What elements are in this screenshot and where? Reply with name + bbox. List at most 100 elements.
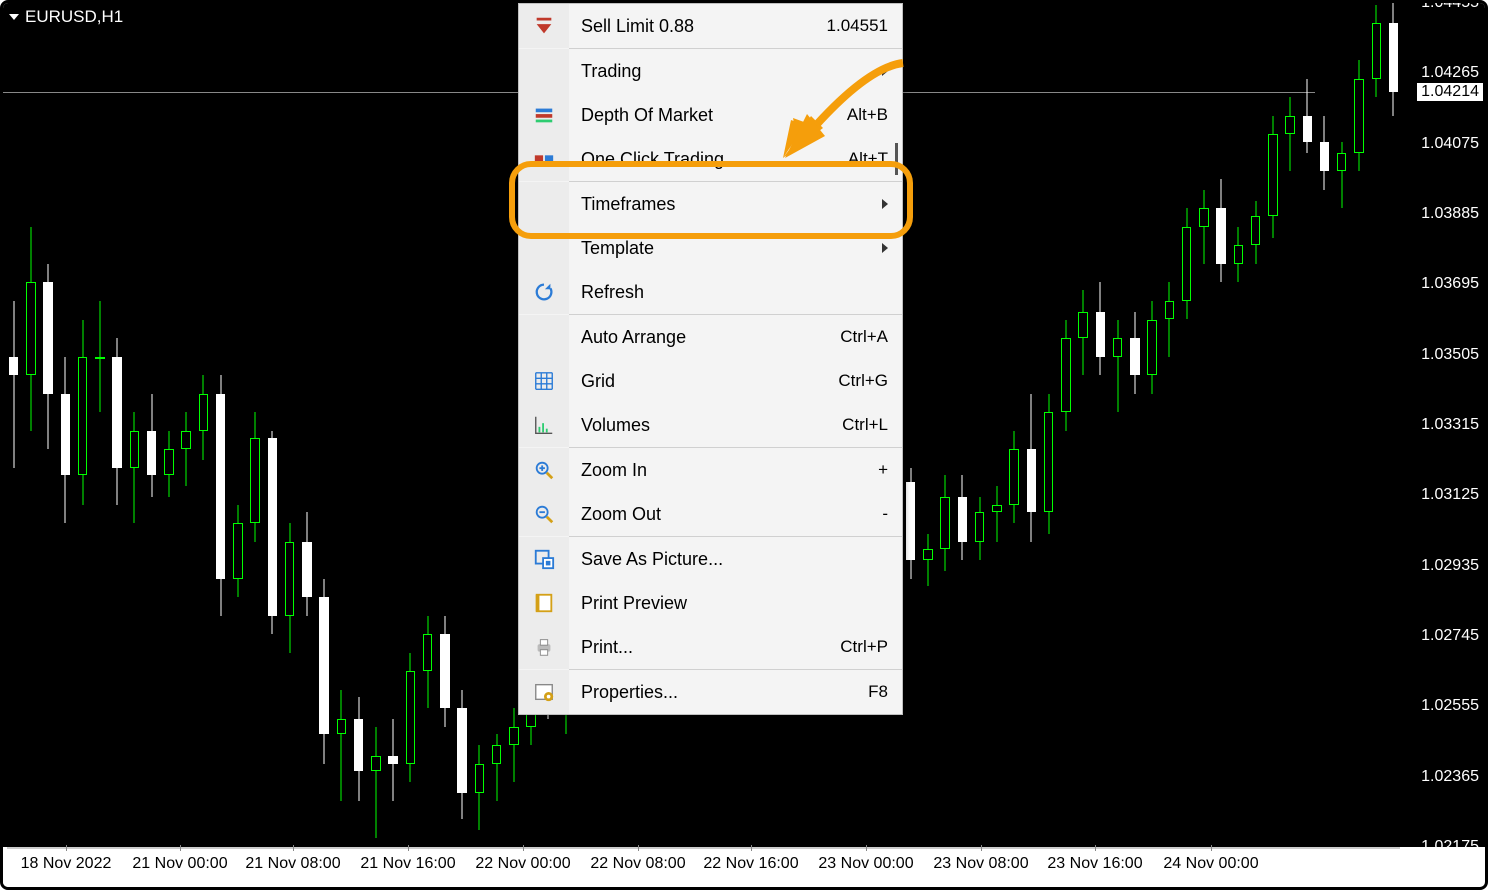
- time-axis-label: 21 Nov 16:00: [360, 855, 455, 873]
- candle: [940, 3, 949, 847]
- candle: [1044, 3, 1053, 847]
- candle: [147, 3, 156, 847]
- candle: [112, 3, 121, 847]
- candle: [1234, 3, 1243, 847]
- menu-item-checked-indicator: [895, 143, 898, 175]
- candle: [9, 3, 18, 847]
- menu-item-label: Print...: [569, 637, 840, 658]
- menu-item-save-as-picture[interactable]: Save As Picture...: [519, 537, 902, 581]
- menu-item-print[interactable]: Print...Ctrl+P: [519, 625, 902, 669]
- menu-item-shortcut: Ctrl+L: [842, 415, 888, 435]
- print-preview-icon: [519, 581, 569, 625]
- time-axis-mark: [1211, 845, 1212, 851]
- price-axis-tick: 1.02175: [1421, 838, 1479, 856]
- menu-item-properties[interactable]: Properties...F8: [519, 670, 902, 714]
- candle: [1027, 3, 1036, 847]
- menu-item-volumes[interactable]: VolumesCtrl+L: [519, 403, 902, 447]
- menu-item-template[interactable]: Template: [519, 226, 902, 270]
- zoom-in-icon: [519, 448, 569, 492]
- price-axis-tick: 1.03695: [1421, 275, 1479, 293]
- candle: [1130, 3, 1139, 847]
- candle: [233, 3, 242, 847]
- menu-item-label: Zoom Out: [569, 504, 882, 525]
- time-axis: 18 Nov 2022 21 Nov 00:00 21 Nov 08:00 21 No…: [3, 847, 1400, 887]
- chart-symbol-title: EURUSD,H1: [25, 7, 123, 27]
- properties-icon: [519, 670, 569, 714]
- menu-item-zoom-out[interactable]: Zoom Out-: [519, 492, 902, 536]
- menu-item-timeframes[interactable]: Timeframes: [519, 182, 902, 226]
- price-axis-tick: 1.02935: [1421, 557, 1479, 575]
- candle: [26, 3, 35, 847]
- time-axis-mark: [1095, 845, 1096, 851]
- menu-item-trading[interactable]: Trading: [519, 49, 902, 93]
- menu-item-depth-of-market[interactable]: Depth Of MarketAlt+B: [519, 93, 902, 137]
- candle: [337, 3, 346, 847]
- candle: [1285, 3, 1294, 847]
- candle: [1389, 3, 1398, 847]
- candle: [492, 3, 501, 847]
- menu-item-label: Refresh: [569, 282, 888, 303]
- menu-item-label: Zoom In: [569, 460, 878, 481]
- menu-item-auto-arrange[interactable]: Auto ArrangeCtrl+A: [519, 315, 902, 359]
- candle: [164, 3, 173, 847]
- price-current-badge: 1.04214: [1417, 83, 1483, 101]
- candle: [388, 3, 397, 847]
- candle: [440, 3, 449, 847]
- time-axis-label: 18 Nov 2022: [21, 855, 112, 873]
- time-axis-label: 21 Nov 08:00: [245, 855, 340, 873]
- menu-icon-empty: [519, 315, 569, 359]
- price-axis-tick: 1.04075: [1421, 135, 1479, 153]
- menu-item-label: Timeframes: [569, 194, 874, 215]
- candle: [1303, 3, 1312, 847]
- menu-item-zoom-in[interactable]: Zoom In+: [519, 448, 902, 492]
- menu-item-shortcut: -: [882, 504, 888, 524]
- price-axis-tick: 1.02365: [1421, 768, 1479, 786]
- candle: [906, 3, 915, 847]
- zoom-out-icon: [519, 492, 569, 536]
- candle: [1061, 3, 1070, 847]
- candle: [1337, 3, 1346, 847]
- candle: [199, 3, 208, 847]
- menu-icon-empty: [519, 226, 569, 270]
- menu-item-sell-limit-0-88[interactable]: Sell Limit 0.881.04551: [519, 4, 902, 48]
- time-axis-mark: [180, 845, 181, 851]
- menu-item-shortcut: +: [878, 460, 888, 480]
- save-pic-icon: [519, 537, 569, 581]
- time-axis-mark: [751, 845, 752, 851]
- menu-item-shortcut: Ctrl+G: [838, 371, 888, 391]
- time-axis-label: 22 Nov 16:00: [703, 855, 798, 873]
- menu-item-label: Grid: [569, 371, 838, 392]
- candle: [78, 3, 87, 847]
- menu-item-label: Trading: [569, 61, 874, 82]
- grid-icon: [519, 359, 569, 403]
- time-axis-mark: [66, 845, 67, 851]
- price-axis: 1.044551.042651.040751.038851.036951.035…: [1400, 3, 1485, 847]
- chevron-right-icon: [882, 199, 888, 209]
- candle: [130, 3, 139, 847]
- menu-item-one-click-trading[interactable]: One Click TradingAlt+T: [519, 137, 902, 181]
- time-axis-label: 23 Nov 00:00: [818, 855, 913, 873]
- candle: [1372, 3, 1381, 847]
- price-axis-tick: 1.03315: [1421, 416, 1479, 434]
- candle: [1147, 3, 1156, 847]
- menu-icon-empty: [519, 182, 569, 226]
- candle: [250, 3, 259, 847]
- chart-title-bar[interactable]: EURUSD,H1: [9, 7, 123, 27]
- time-axis-mark: [638, 845, 639, 851]
- print-icon: [519, 625, 569, 669]
- menu-item-refresh[interactable]: Refresh: [519, 270, 902, 314]
- time-axis-label: 22 Nov 08:00: [590, 855, 685, 873]
- time-axis-label: 21 Nov 00:00: [132, 855, 227, 873]
- time-axis-mark: [981, 845, 982, 851]
- candle: [1320, 3, 1329, 847]
- menu-item-grid[interactable]: GridCtrl+G: [519, 359, 902, 403]
- menu-item-shortcut: Ctrl+A: [840, 327, 888, 347]
- time-axis-label: 22 Nov 00:00: [475, 855, 570, 873]
- candle: [1354, 3, 1363, 847]
- menu-item-label: Auto Arrange: [569, 327, 840, 348]
- chevron-right-icon: [882, 243, 888, 253]
- price-axis-tick: 1.04455: [1421, 0, 1479, 12]
- menu-item-print-preview[interactable]: Print Preview: [519, 581, 902, 625]
- candle: [1009, 3, 1018, 847]
- depth-icon: [519, 93, 569, 137]
